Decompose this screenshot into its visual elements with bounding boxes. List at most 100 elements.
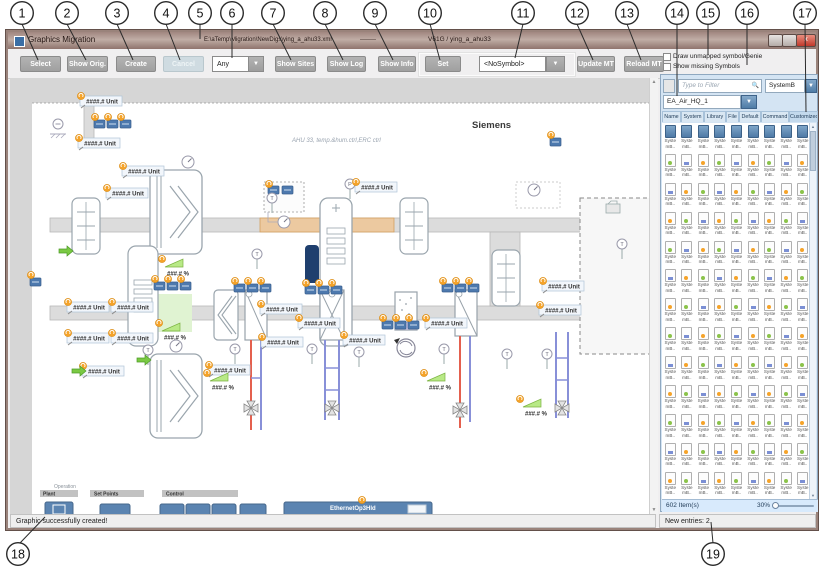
symbol-item[interactable]: SystemB..	[712, 123, 729, 152]
symbol-item[interactable]: SystemB..	[695, 152, 712, 181]
symbol-item[interactable]: SystemB..	[712, 267, 729, 296]
cancel-button[interactable]: Cancel	[163, 56, 204, 72]
symbol-item[interactable]: SystemB..	[778, 412, 795, 441]
symbol-item[interactable]: SystemB..	[712, 296, 729, 325]
io-box[interactable]	[30, 278, 41, 286]
tab-name[interactable]: Name	[662, 111, 681, 122]
scrollbar-thumb[interactable]	[810, 131, 816, 171]
symbol-grid[interactable]: SystemB..SystemB..SystemB..SystemB..Syst…	[662, 123, 811, 499]
dark-device[interactable]	[305, 245, 319, 283]
symbol-item[interactable]: SystemB..	[679, 470, 696, 499]
cooling-coil[interactable]	[320, 290, 344, 340]
symbol-item[interactable]: SystemB..	[761, 412, 778, 441]
gauge-sensor[interactable]	[528, 184, 540, 196]
symbol-item[interactable]: SystemB..	[662, 123, 679, 152]
damper-symbol[interactable]	[492, 250, 520, 306]
symbol-item[interactable]: SystemB..	[728, 354, 745, 383]
library-combobox[interactable]: EA_Air_HQ_1	[663, 95, 741, 109]
heat-recovery-wheel[interactable]	[150, 354, 202, 438]
heating-coil[interactable]	[245, 290, 267, 340]
symbol-item[interactable]: SystemB..	[728, 210, 745, 239]
show-info-button[interactable]: Show Info	[378, 56, 416, 72]
set-button[interactable]: Set	[425, 56, 461, 72]
symbol-item[interactable]: SystemB..	[679, 123, 696, 152]
symbol-item[interactable]: SystemB..	[728, 152, 745, 181]
symbol-item[interactable]: SystemB..	[745, 354, 762, 383]
symbol-item[interactable]: SystemB..	[695, 181, 712, 210]
symbol-item[interactable]: SystemB..	[679, 383, 696, 412]
symbol-item[interactable]: SystemB..	[695, 412, 712, 441]
panel-tool-button[interactable]	[663, 79, 675, 93]
gauge-sensor[interactable]	[170, 340, 182, 352]
select-button[interactable]: Select	[20, 56, 61, 72]
symbol-item[interactable]: SystemB..	[778, 470, 795, 499]
symbol-item[interactable]: SystemB..	[728, 412, 745, 441]
symbol-item[interactable]: SystemB..	[728, 267, 745, 296]
symbol-item[interactable]: SystemB..	[761, 354, 778, 383]
symbol-item[interactable]: SystemB..	[761, 239, 778, 268]
minimize-button[interactable]	[768, 34, 783, 47]
operation-button[interactable]	[160, 504, 184, 514]
symbol-item[interactable]: SystemB..	[695, 383, 712, 412]
symbol-item[interactable]: SystemB..	[695, 441, 712, 470]
symbol-item[interactable]: SystemB..	[745, 325, 762, 354]
symbol-item[interactable]: SystemB..	[662, 210, 679, 239]
symbol-item[interactable]: SystemB..	[679, 239, 696, 268]
symbol-combobox[interactable]: <NoSymbol>	[479, 56, 546, 72]
tab-default[interactable]: Default	[739, 111, 761, 122]
symbol-item[interactable]: SystemB..	[712, 354, 729, 383]
symbol-item[interactable]: SystemB..	[778, 354, 795, 383]
symbol-item[interactable]: SystemB..	[695, 267, 712, 296]
symbol-item[interactable]: SystemB..	[778, 181, 795, 210]
symbol-item[interactable]: SystemB..	[778, 210, 795, 239]
symbol-item[interactable]: SystemB..	[745, 152, 762, 181]
symbol-item[interactable]: SystemB..	[728, 383, 745, 412]
canvas-vertical-scrollbar[interactable]: ▲ ▼	[649, 78, 658, 514]
symbol-item[interactable]: SystemB..	[728, 296, 745, 325]
damper-symbol[interactable]	[72, 198, 100, 254]
silencer-column[interactable]	[128, 246, 158, 346]
symbol-item[interactable]: SystemB..	[662, 267, 679, 296]
tab-command[interactable]: Command	[761, 111, 789, 122]
symbol-item[interactable]: SystemB..	[712, 325, 729, 354]
close-button[interactable]: x	[796, 34, 816, 47]
symbol-item[interactable]: SystemB..	[662, 441, 679, 470]
symbol-item[interactable]: SystemB..	[778, 239, 795, 268]
operation-button[interactable]	[240, 504, 266, 514]
symbol-item[interactable]: SystemB..	[695, 354, 712, 383]
symbol-item[interactable]: SystemB..	[695, 123, 712, 152]
symbol-item[interactable]: SystemB..	[761, 441, 778, 470]
operation-button[interactable]	[186, 504, 210, 514]
symbol-item[interactable]: SystemB..	[679, 441, 696, 470]
symbol-item[interactable]: SystemB..	[745, 441, 762, 470]
symbol-item[interactable]: SystemB..	[778, 296, 795, 325]
symbol-item[interactable]: SystemB..	[728, 441, 745, 470]
symbol-item[interactable]: SystemB..	[662, 152, 679, 181]
symbol-item[interactable]: SystemB..	[745, 412, 762, 441]
symbol-filter-input[interactable]: Type to Filter 🔍	[678, 79, 762, 93]
graphic-canvas[interactable]: ####.# Unit ###.# % T	[10, 78, 658, 514]
symbol-dropdown-arrow-icon[interactable]: ▼	[546, 56, 565, 72]
symbol-item[interactable]: SystemB..	[662, 325, 679, 354]
symbol-item[interactable]: SystemB..	[712, 441, 729, 470]
symbol-item[interactable]: SystemB..	[761, 181, 778, 210]
symbol-item[interactable]: SystemB..	[761, 267, 778, 296]
symbol-item[interactable]: SystemB..	[761, 210, 778, 239]
symbol-item[interactable]: SystemB..	[761, 325, 778, 354]
panel-scrollbar[interactable]: ▲ ▼	[809, 123, 816, 499]
symbol-item[interactable]: SystemB..	[712, 210, 729, 239]
symbol-item[interactable]: SystemB..	[712, 412, 729, 441]
tab-customized[interactable]: Customized	[789, 111, 818, 122]
symbol-item[interactable]: SystemB..	[662, 181, 679, 210]
symbol-item[interactable]: SystemB..	[728, 239, 745, 268]
symbol-item[interactable]: SystemB..	[695, 239, 712, 268]
symbol-item[interactable]: SystemB..	[761, 470, 778, 499]
symbol-item[interactable]: SystemB..	[745, 210, 762, 239]
symbol-item[interactable]: SystemB..	[778, 325, 795, 354]
symbol-item[interactable]: SystemB..	[679, 152, 696, 181]
operation-wide-button-field[interactable]	[408, 505, 426, 513]
operation-button[interactable]	[100, 504, 130, 514]
show-orig-button[interactable]: Show Orig.	[67, 56, 108, 72]
create-button[interactable]: Create	[116, 56, 156, 72]
heat-recovery-wheel[interactable]	[150, 170, 202, 254]
